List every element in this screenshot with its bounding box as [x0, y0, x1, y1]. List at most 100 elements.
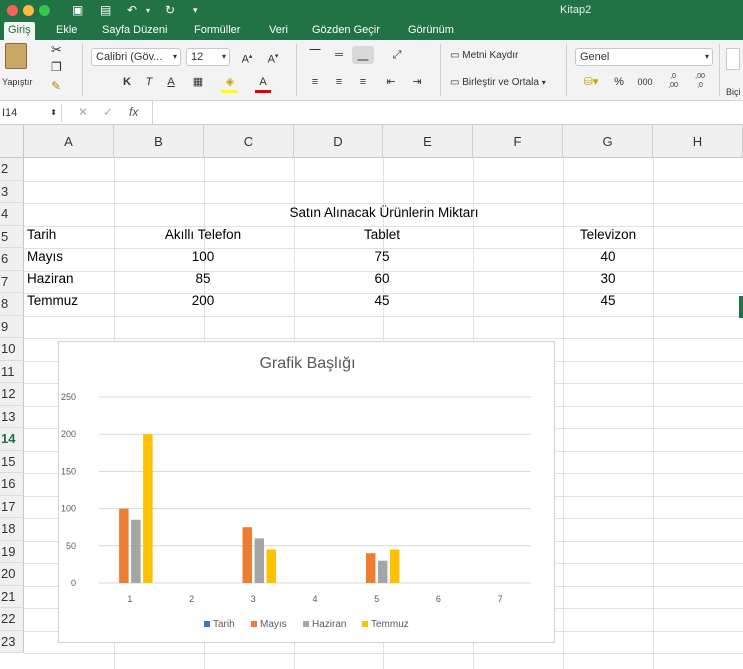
- align-center-button[interactable]: ≡: [328, 73, 350, 91]
- table-title[interactable]: Satın Alınacak Ürünlerin Miktarı: [204, 202, 564, 224]
- format-painter-icon[interactable]: ✎: [51, 79, 61, 93]
- cell-value[interactable]: 30: [473, 268, 743, 290]
- column-header-c[interactable]: C: [204, 125, 294, 158]
- close-window-button[interactable]: [7, 5, 18, 16]
- legend-item[interactable]: Mayıs: [251, 619, 287, 630]
- column-header-f[interactable]: F: [473, 125, 563, 158]
- merge-center-button[interactable]: ▭ Birleştir ve Ortala ▾: [450, 77, 546, 88]
- tab-sayfa-duzeni[interactable]: Sayfa Düzeni: [98, 22, 171, 40]
- tab-formuller[interactable]: Formüller: [190, 22, 244, 40]
- legend-item[interactable]: Temmuz: [362, 619, 409, 630]
- orientation-button[interactable]: ⤢: [382, 46, 412, 64]
- row-header-6[interactable]: 6: [0, 248, 24, 271]
- save-icon[interactable]: ▤: [100, 3, 111, 17]
- row-header-7[interactable]: 7: [0, 270, 24, 293]
- cell-value[interactable]: 45: [473, 290, 743, 312]
- decrease-font-button[interactable]: A▾: [262, 48, 284, 66]
- customize-toolbar-icon[interactable]: ▾: [193, 5, 198, 16]
- column-header-e[interactable]: E: [383, 125, 473, 158]
- paste-icon[interactable]: [5, 43, 27, 69]
- italic-button[interactable]: T: [140, 73, 158, 91]
- increase-indent-button[interactable]: ⇥: [406, 73, 428, 91]
- currency-button[interactable]: ⛁▾: [577, 73, 605, 91]
- row-header-19[interactable]: 19: [0, 540, 24, 563]
- column-header-a[interactable]: A: [24, 125, 114, 158]
- column-header-b[interactable]: B: [114, 125, 204, 158]
- row-header-20[interactable]: 20: [0, 563, 24, 586]
- row-header-4[interactable]: 4: [0, 203, 24, 226]
- cell-month[interactable]: Haziran: [27, 268, 113, 290]
- cell-value[interactable]: 45: [293, 290, 471, 312]
- tab-gozden-gecir[interactable]: Gözden Geçir: [308, 22, 384, 40]
- column-header-d[interactable]: D: [294, 125, 383, 158]
- select-all-corner[interactable]: [0, 125, 24, 158]
- minimize-window-button[interactable]: [23, 5, 34, 16]
- tab-giris[interactable]: Giriş: [4, 22, 35, 40]
- header-televizon[interactable]: Televizon: [473, 224, 743, 246]
- percent-button[interactable]: %: [609, 73, 629, 91]
- row-header-14[interactable]: 14: [0, 428, 24, 451]
- header-akilli-telefon[interactable]: Akıllı Telefon: [114, 224, 292, 246]
- font-name-select[interactable]: Calibri (Göv... ▾: [91, 48, 181, 66]
- legend-item[interactable]: Tarih: [204, 619, 235, 630]
- row-header-18[interactable]: 18: [0, 518, 24, 541]
- worksheet-grid[interactable]: ABCDEFGH 2 3 4 5 6 7 8 9 10 11 12 13 14 15 16 17 18 19 20 2…: [0, 125, 743, 669]
- column-header-g[interactable]: G: [563, 125, 653, 158]
- bold-button[interactable]: K: [118, 73, 136, 91]
- header-tarih[interactable]: Tarih: [27, 224, 113, 246]
- row-header-12[interactable]: 12: [0, 383, 24, 406]
- row-header-11[interactable]: 11: [0, 360, 24, 383]
- cell-value[interactable]: 60: [293, 268, 471, 290]
- name-box[interactable]: I14 ⬍: [0, 104, 62, 122]
- cell-value[interactable]: 100: [114, 246, 292, 268]
- row-header-8[interactable]: 8: [0, 293, 24, 316]
- cut-icon[interactable]: ✂: [51, 42, 62, 58]
- conditional-format-icon[interactable]: [726, 48, 740, 70]
- align-right-button[interactable]: ≡: [352, 73, 374, 91]
- row-header-21[interactable]: 21: [0, 585, 24, 608]
- header-tablet[interactable]: Tablet: [293, 224, 471, 246]
- tab-veri[interactable]: Veri: [265, 22, 292, 40]
- row-header-9[interactable]: 9: [0, 315, 24, 338]
- row-header-16[interactable]: 16: [0, 473, 24, 496]
- wrap-text-button[interactable]: ▭ Metni Kaydır: [450, 50, 518, 61]
- thousands-button[interactable]: 000: [632, 73, 658, 91]
- cell-value[interactable]: 85: [114, 268, 292, 290]
- column-header-h[interactable]: H: [653, 125, 743, 158]
- decrease-indent-button[interactable]: ⇤: [380, 73, 402, 91]
- align-bottom-button[interactable]: ⎽: [352, 46, 374, 64]
- row-header-22[interactable]: 22: [0, 608, 24, 631]
- row-header-3[interactable]: 3: [0, 180, 24, 203]
- tab-ekle[interactable]: Ekle: [52, 22, 81, 40]
- number-format-select[interactable]: Genel ▾: [575, 48, 713, 66]
- cell-month[interactable]: Temmuz: [27, 290, 113, 312]
- copy-icon[interactable]: ❐: [51, 60, 62, 74]
- borders-button[interactable]: ▦: [186, 73, 210, 91]
- tab-gorunum[interactable]: Görünüm: [404, 22, 458, 40]
- align-top-button[interactable]: ⎺: [304, 46, 326, 64]
- row-header-5[interactable]: 5: [0, 225, 24, 248]
- row-header-23[interactable]: 23: [0, 630, 24, 653]
- row-header-15[interactable]: 15: [0, 450, 24, 473]
- legend-item[interactable]: Haziran: [303, 619, 346, 630]
- sidebar-toggle-icon[interactable]: ▣: [72, 3, 83, 17]
- maximize-window-button[interactable]: [39, 5, 50, 16]
- align-left-button[interactable]: ≡: [304, 73, 326, 91]
- cell-value[interactable]: 40: [473, 246, 743, 268]
- cell-value[interactable]: 200: [114, 290, 292, 312]
- underline-button[interactable]: A: [162, 73, 180, 91]
- cell-month[interactable]: Mayıs: [27, 246, 113, 268]
- cell-value[interactable]: 75: [293, 246, 471, 268]
- undo-dropdown-icon[interactable]: ▾: [146, 6, 150, 15]
- font-color-button[interactable]: A: [252, 73, 274, 91]
- redo-icon[interactable]: ↻: [165, 3, 175, 17]
- cancel-icon[interactable]: ✕: [78, 105, 88, 119]
- increase-decimal-button[interactable]: ,0 ,00: [661, 72, 685, 92]
- decrease-decimal-button[interactable]: ,00 ,0: [688, 72, 712, 92]
- increase-font-button[interactable]: A▴: [236, 48, 258, 66]
- align-middle-button[interactable]: ═: [328, 46, 350, 64]
- chart[interactable]: Grafik Başlığı 0 50 100 150 200 250 1 2 3 4 5 6 7 Ta…: [58, 341, 555, 643]
- confirm-icon[interactable]: ✓: [103, 105, 113, 119]
- row-header-13[interactable]: 13: [0, 405, 24, 428]
- row-header-17[interactable]: 17: [0, 495, 24, 518]
